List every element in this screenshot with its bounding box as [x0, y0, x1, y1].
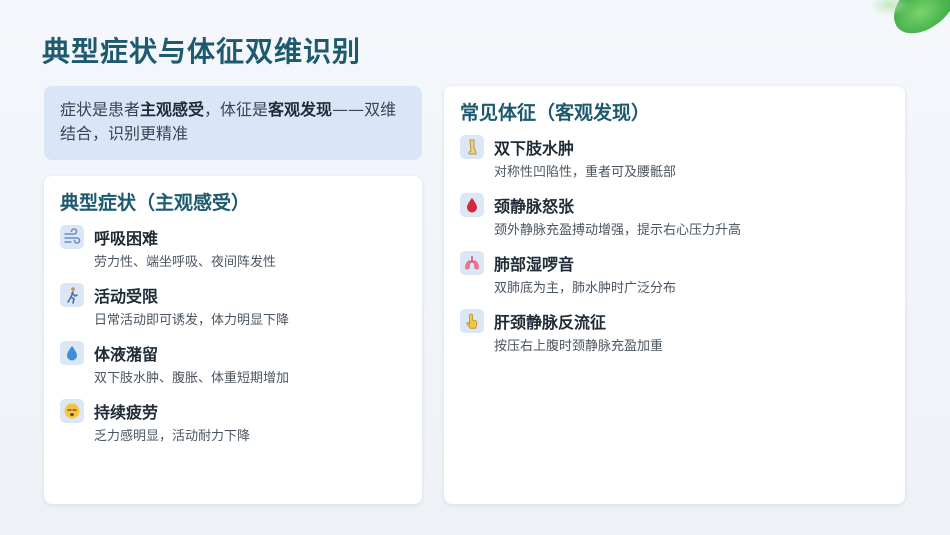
note-bold-1: 主观感受	[140, 100, 205, 119]
intro-note: 症状是患者主观感受，体征是客观发现——双维结合，识别更精准	[44, 86, 422, 160]
leg-icon	[460, 135, 484, 159]
sign-item: 肺部湿啰音 双肺底为主，肺水肿时广泛分布	[460, 250, 889, 298]
symptom-item: 体液潴留 双下肢水肿、腹胀、体重短期增加	[60, 340, 406, 388]
leaf-glow-decoration	[870, 0, 910, 16]
symptom-desc: 双下肢水肿、腹胀、体重短期增加	[94, 371, 290, 386]
symptom-title: 活动受限	[94, 287, 159, 306]
sign-desc: 按压右上腹时颈静脉充盈加重	[494, 339, 664, 354]
sign-item: 双下肢水肿 对称性凹陷性，重者可及腰骶部	[460, 134, 889, 182]
sign-title: 双下肢水肿	[494, 139, 575, 158]
signs-card: 常见体征（客观发现） 双下肢水肿 对称性凹陷性，重者可及腰骶部 颈静脉怒张 颈外…	[444, 86, 905, 504]
sign-desc: 颈外静脉充盈搏动增强，提示右心压力升高	[494, 223, 742, 238]
sign-title: 颈静脉怒张	[494, 197, 575, 216]
droplet-icon	[60, 341, 84, 365]
symptoms-card: 典型症状（主观感受） 呼吸困难 劳力性、端坐呼吸、夜间阵发性 活动受限 日常活动…	[44, 176, 422, 504]
note-text-2: ，体征是	[204, 100, 269, 119]
note-bold-2: 客观发现	[268, 100, 333, 119]
symptom-item: 活动受限 日常活动即可诱发，体力明显下降	[60, 282, 406, 330]
symptom-title: 呼吸困难	[94, 229, 159, 248]
sign-desc: 双肺底为主，肺水肿时广泛分布	[494, 281, 677, 296]
sign-title: 肺部湿啰音	[494, 255, 575, 274]
symptom-desc: 日常活动即可诱发，体力明显下降	[94, 313, 290, 328]
pointing-hand-icon	[460, 309, 484, 333]
sign-title: 肝颈静脉反流征	[494, 313, 607, 332]
symptom-item: 呼吸困难 劳力性、端坐呼吸、夜间阵发性	[60, 224, 406, 272]
sign-desc: 对称性凹陷性，重者可及腰骶部	[494, 165, 677, 180]
tired-face-icon	[60, 399, 84, 423]
signs-heading: 常见体征（客观发现）	[460, 102, 651, 124]
sign-item: 颈静脉怒张 颈外静脉充盈搏动增强，提示右心压力升高	[460, 192, 889, 240]
symptom-desc: 乏力感明显，活动耐力下降	[94, 429, 251, 444]
lungs-icon	[460, 251, 484, 275]
symptom-item: 持续疲劳 乏力感明显，活动耐力下降	[60, 398, 406, 446]
sign-item: 肝颈静脉反流征 按压右上腹时颈静脉充盈加重	[460, 308, 889, 356]
blood-drop-icon	[460, 193, 484, 217]
symptoms-heading: 典型症状（主观感受）	[60, 192, 251, 214]
symptom-title: 体液潴留	[94, 345, 159, 364]
symptom-title: 持续疲劳	[94, 403, 159, 422]
note-text-1: 症状是患者	[60, 100, 141, 119]
page-title: 典型症状与体征双维识别	[42, 35, 362, 68]
symptom-desc: 劳力性、端坐呼吸、夜间阵发性	[94, 255, 277, 270]
walking-person-icon	[60, 283, 84, 307]
wind-icon	[60, 225, 84, 249]
